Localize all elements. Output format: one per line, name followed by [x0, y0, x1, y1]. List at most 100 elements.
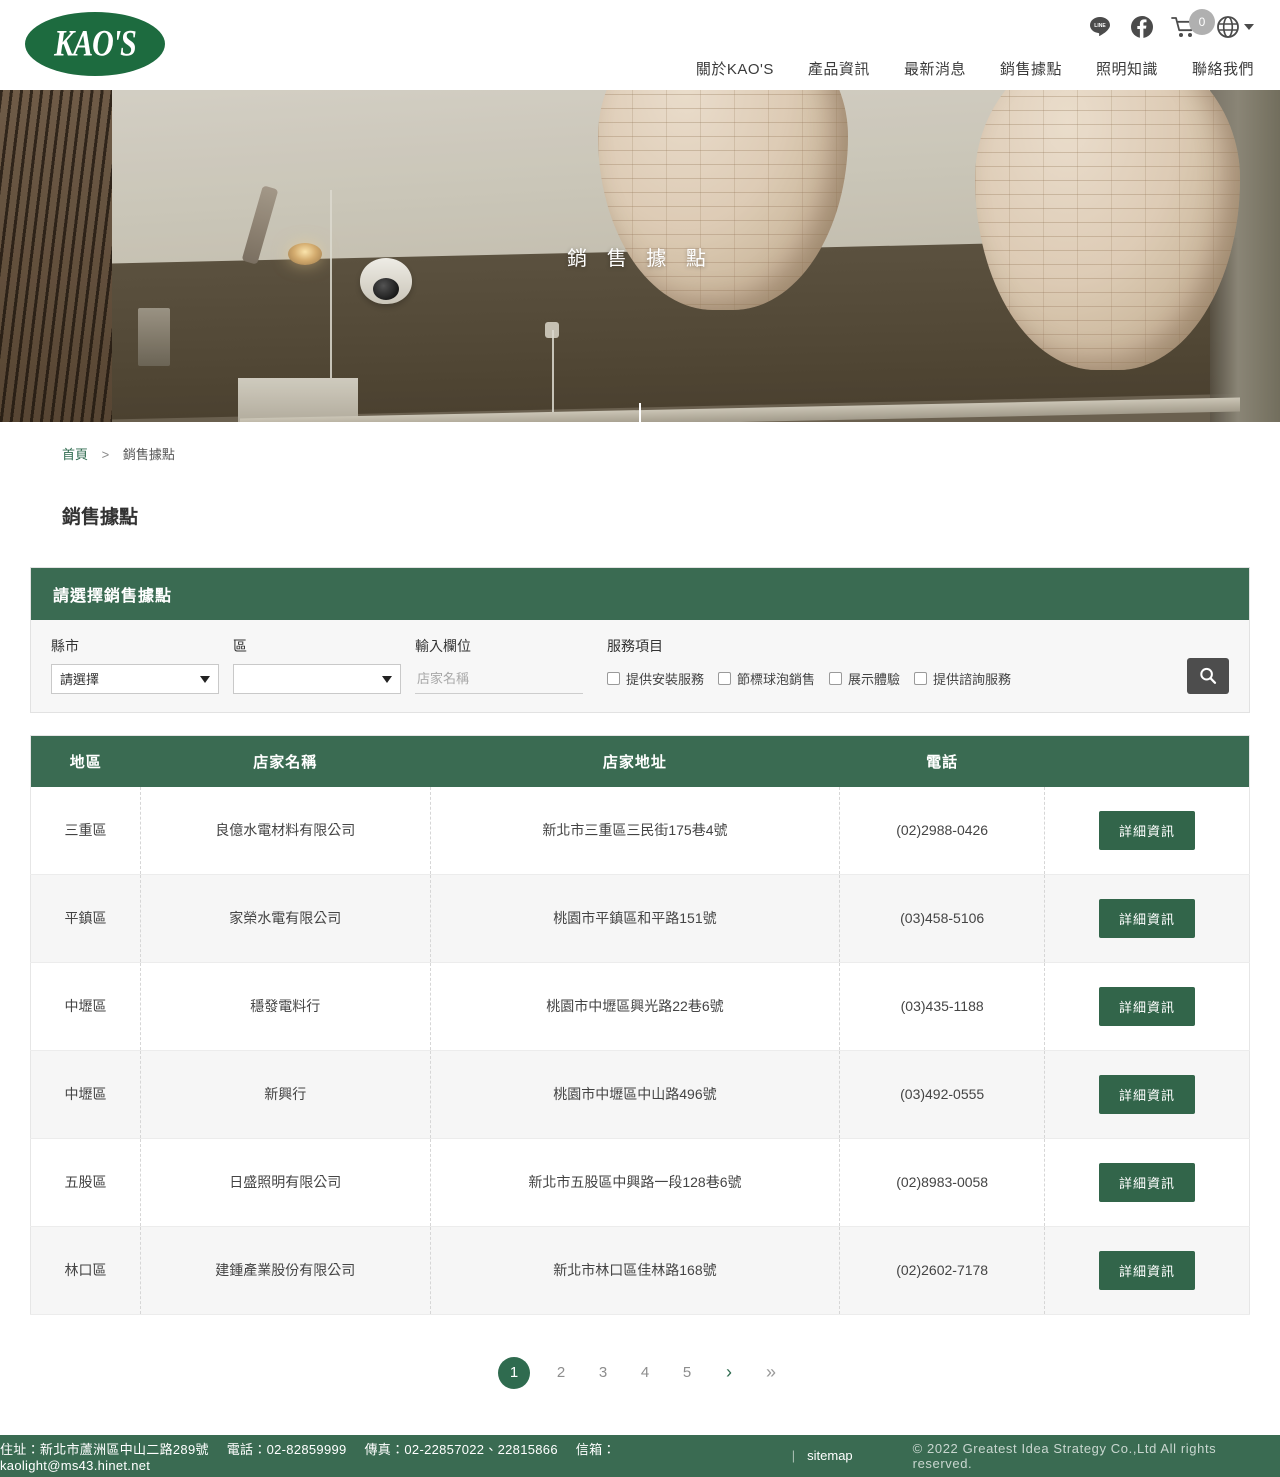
cell-address: 新北市五股區中興路一段128巷6號 [430, 1138, 841, 1227]
cell-area: 平鎮區 [30, 874, 141, 963]
cell-name: 家榮水電有限公司 [140, 874, 431, 963]
cell-name: 穩發電料行 [140, 962, 431, 1051]
cell-name: 建鍾產業股份有限公司 [140, 1226, 431, 1315]
page-title: 銷售據點 [62, 506, 139, 528]
cell-tel: (03)458-5106 [839, 874, 1046, 963]
store-table-body: 三重區 良億水電材料有限公司 新北市三重區三民街175巷4號 (02)2988-… [30, 786, 1250, 1315]
site-footer: 住址：新北市蘆洲區中山二路289號 電話：02-82859999 傳真：02-2… [0, 1434, 1280, 1477]
globe-icon[interactable] [1215, 14, 1241, 40]
store-filter-panel: 請選擇銷售據點 縣市 請選擇 區 輸入欄位 店家名稱 服務項目 提供安裝服務 節… [30, 566, 1250, 713]
store-table-head: 地區 店家名稱 店家地址 電話 [30, 735, 1250, 787]
search-button[interactable] [1187, 657, 1229, 694]
cell-tel: (03)492-0555 [839, 1050, 1046, 1139]
service-checkbox-label: 提供安裝服務 [626, 672, 705, 688]
nav-item-news[interactable]: 最新消息 [904, 58, 966, 79]
footer-phone: 電話：02-82859999 [226, 1441, 347, 1457]
page-5[interactable]: 5 [676, 1364, 698, 1381]
city-select-value: 請選擇 [60, 672, 100, 688]
cell-action: 詳細資訊 [1044, 1226, 1250, 1315]
nav-item-stores[interactable]: 銷售據點 [1000, 58, 1062, 79]
checkbox-icon[interactable] [914, 672, 928, 686]
cell-tel: (02)2602-7178 [839, 1226, 1046, 1315]
service-checkbox-bulb-sales[interactable]: 節標球泡銷售 [718, 669, 815, 688]
service-checkbox-showroom[interactable]: 展示體驗 [829, 669, 900, 688]
cart-icon[interactable]: 0 [1171, 9, 1215, 39]
detail-button[interactable]: 詳細資訊 [1099, 1162, 1196, 1202]
cell-area: 五股區 [30, 1138, 141, 1227]
page-2[interactable]: 2 [550, 1364, 572, 1381]
facebook-icon[interactable] [1129, 14, 1155, 40]
header-icon-group: LINE 0 [1087, 9, 1254, 40]
detail-button[interactable]: 詳細資訊 [1099, 986, 1196, 1026]
detail-button[interactable]: 詳細資訊 [1099, 1250, 1196, 1290]
site-logo[interactable]: KAO'S [25, 12, 165, 76]
nav-item-contact[interactable]: 聯絡我們 [1192, 58, 1254, 79]
service-checkbox-group: 提供安裝服務 節標球泡銷售 展示體驗 提供諮詢服務 [607, 664, 1011, 694]
cell-name: 新興行 [140, 1050, 431, 1139]
district-select[interactable] [233, 663, 401, 694]
cell-action: 詳細資訊 [1044, 1138, 1250, 1227]
page-3[interactable]: 3 [592, 1364, 614, 1381]
site-header: KAO'S LINE 0 關於KAO'S 產品資訊 最新消息 銷售據點 照明知識… [0, 0, 1280, 90]
chevron-down-icon [382, 675, 392, 683]
main-navigation: 關於KAO'S 產品資訊 最新消息 銷售據點 照明知識 聯絡我們 [696, 58, 1254, 79]
pagination: 1 2 3 4 5 › » [30, 1356, 1250, 1389]
hero-accent-line [639, 403, 641, 422]
cell-address: 桃園市中壢區中山路496號 [430, 1050, 841, 1139]
chevron-down-icon[interactable] [1244, 24, 1254, 30]
detail-button[interactable]: 詳細資訊 [1099, 1074, 1196, 1114]
cell-area: 林口區 [30, 1226, 141, 1315]
detail-button[interactable]: 詳細資訊 [1099, 810, 1196, 850]
detail-button[interactable]: 詳細資訊 [1099, 898, 1196, 938]
keyword-label: 輸入欄位 [415, 637, 471, 654]
table-row: 中壢區 穩發電料行 桃園市中壢區興光路22巷6號 (03)435-1188 詳細… [30, 962, 1250, 1051]
line-icon[interactable]: LINE [1087, 14, 1113, 40]
checkbox-icon[interactable] [607, 672, 620, 686]
service-checkbox-label: 展示體驗 [848, 672, 901, 688]
service-field: 服務項目 提供安裝服務 節標球泡銷售 展示體驗 提供諮詢服務 [607, 636, 1011, 694]
store-table: 地區 店家名稱 店家地址 電話 三重區 良億水電材料有限公司 新北市三重區三民街… [30, 734, 1250, 1315]
city-select[interactable]: 請選擇 [51, 663, 219, 694]
search-icon [1200, 667, 1217, 684]
filter-panel-title: 請選擇銷售據點 [31, 567, 1249, 620]
breadcrumb-home[interactable]: 首頁 [62, 447, 88, 462]
cell-name: 良億水電材料有限公司 [140, 786, 431, 875]
store-name-input[interactable] [415, 663, 583, 694]
svg-text:LINE: LINE [1094, 23, 1106, 29]
cell-address: 新北市三重區三民街175巷4號 [430, 786, 841, 875]
footer-copyright: © 2022 Greatest Idea Strategy Co.,Ltd Al… [912, 1440, 1217, 1471]
cell-address: 新北市林口區佳林路168號 [430, 1226, 841, 1315]
cell-area: 中壢區 [30, 1050, 141, 1139]
cell-tel: (02)8983-0058 [839, 1138, 1046, 1227]
table-row: 中壢區 新興行 桃園市中壢區中山路496號 (03)492-0555 詳細資訊 [30, 1050, 1250, 1139]
table-row: 平鎮區 家榮水電有限公司 桃園市平鎮區和平路151號 (03)458-5106 … [30, 874, 1250, 963]
chevron-down-icon [200, 675, 210, 683]
col-header-name: 店家名稱 [140, 735, 431, 787]
page-1[interactable]: 1 [498, 1356, 530, 1389]
footer-contact-info: 住址：新北市蘆洲區中山二路289號 電話：02-82859999 傳真：02-2… [0, 1439, 780, 1473]
footer-fax: 傳真：02-22857022、22815866 [364, 1441, 558, 1457]
nav-item-about[interactable]: 關於KAO'S [696, 58, 774, 79]
hero-banner: 銷 售 據 點 [0, 90, 1280, 422]
last-page-icon[interactable]: » [760, 1362, 782, 1383]
cell-action: 詳細資訊 [1044, 962, 1250, 1051]
page-4[interactable]: 4 [634, 1364, 656, 1381]
language-selector[interactable] [1215, 14, 1254, 40]
service-label: 服務項目 [607, 637, 663, 654]
service-checkbox-install[interactable]: 提供安裝服務 [607, 669, 704, 688]
breadcrumb-separator: > [101, 447, 110, 462]
cell-tel: (02)2988-0426 [839, 786, 1046, 875]
nav-item-knowledge[interactable]: 照明知識 [1096, 58, 1158, 79]
cell-action: 詳細資訊 [1044, 786, 1250, 875]
cell-area: 中壢區 [30, 962, 141, 1051]
service-checkbox-consult[interactable]: 提供諮詢服務 [914, 669, 1011, 688]
checkbox-icon[interactable] [718, 672, 732, 686]
footer-sitemap-link[interactable]: sitemap [807, 1448, 853, 1463]
nav-item-products[interactable]: 產品資訊 [808, 58, 870, 79]
checkbox-icon[interactable] [829, 672, 843, 686]
next-page-icon[interactable]: › [718, 1362, 740, 1383]
breadcrumb-current: 銷售據點 [122, 447, 175, 462]
table-row: 林口區 建鍾產業股份有限公司 新北市林口區佳林路168號 (02)2602-71… [30, 1226, 1250, 1315]
cell-name: 日盛照明有限公司 [140, 1138, 431, 1227]
breadcrumb: 首頁 > 銷售據點 [30, 422, 1250, 463]
